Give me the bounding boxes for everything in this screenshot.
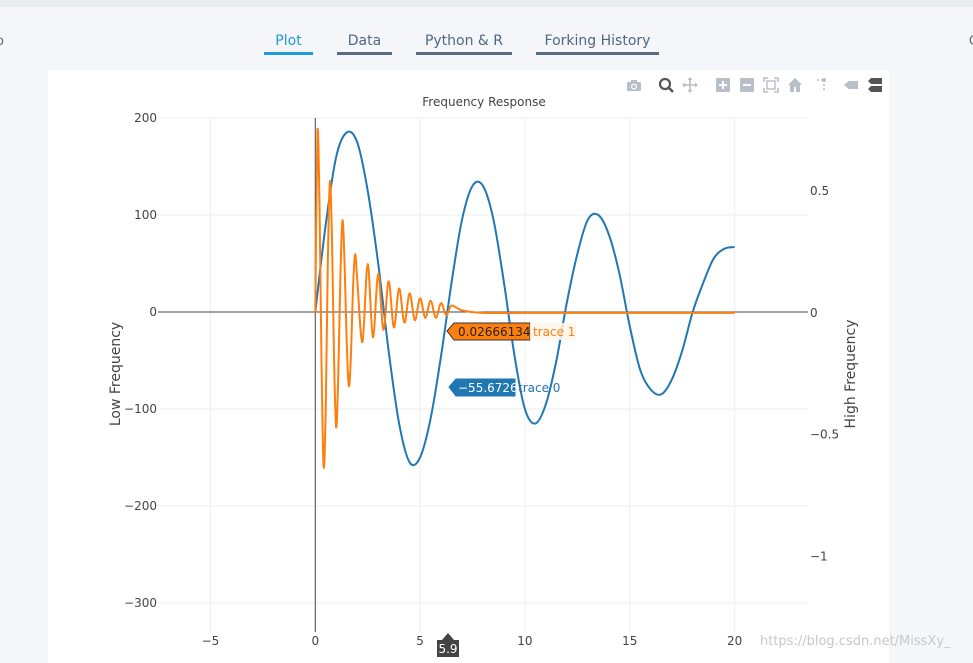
hover-name-trace1: trace 1 xyxy=(533,325,575,339)
y2-axis-title: High Frequency xyxy=(843,320,859,429)
y2-tick-label: 0.5 xyxy=(810,184,829,198)
hover-label-trace1: 0.02666134 trace 1 xyxy=(446,322,576,341)
pan-icon[interactable] xyxy=(681,76,699,94)
y-tick-label: −200 xyxy=(124,499,157,513)
y-tick-label: 100 xyxy=(134,208,157,222)
zero-lines xyxy=(158,118,808,632)
y2-tick-label: −1 xyxy=(810,549,828,563)
zoom-in-icon[interactable] xyxy=(714,76,732,94)
zoom-icon[interactable] xyxy=(657,76,675,94)
x-tick-label: 10 xyxy=(517,634,532,648)
y-axis-title: Low Frequency xyxy=(108,322,124,426)
spike-lines-icon[interactable] xyxy=(815,76,833,94)
hover-label-x: 5.9 xyxy=(437,633,459,657)
x-tick-label: 20 xyxy=(727,634,742,648)
camera-icon[interactable] xyxy=(625,76,643,94)
x-tick-label: 0 xyxy=(311,634,319,648)
hover-name-trace0: trace 0 xyxy=(518,381,560,395)
hover-x-value: 5.9 xyxy=(438,642,457,656)
hover-value-trace0: −55.6726 xyxy=(458,381,518,395)
hover-closest-icon[interactable] xyxy=(842,76,860,94)
x-tick-label: 5 xyxy=(416,634,424,648)
y-tick-label: −100 xyxy=(124,402,157,416)
plot-area[interactable]: −5 0 5 10 15 202001000−100−200−3000.50−0.5−1 … xyxy=(0,0,973,663)
y-tick-label: 200 xyxy=(134,111,157,125)
hover-label-trace0: −55.6726 trace 0 xyxy=(448,378,560,397)
zoom-out-icon[interactable] xyxy=(738,76,756,94)
chart-title: Frequency Response xyxy=(422,95,545,109)
y-tick-label: 0 xyxy=(149,305,157,319)
watermark: https://blog.csdn.net/MissXy_ xyxy=(760,634,951,649)
grid-lines xyxy=(158,117,808,632)
y2-tick-label: −0.5 xyxy=(810,428,839,442)
hover-value-trace1: 0.02666134 xyxy=(458,325,531,339)
reset-axes-icon[interactable] xyxy=(786,76,804,94)
autoscale-icon[interactable] xyxy=(762,76,780,94)
x-tick-label: 15 xyxy=(622,634,637,648)
hover-compare-icon[interactable] xyxy=(866,76,884,94)
y2-tick-label: 0 xyxy=(810,306,818,320)
x-tick-label: −5 xyxy=(202,634,220,648)
y-tick-label: −300 xyxy=(124,596,157,610)
